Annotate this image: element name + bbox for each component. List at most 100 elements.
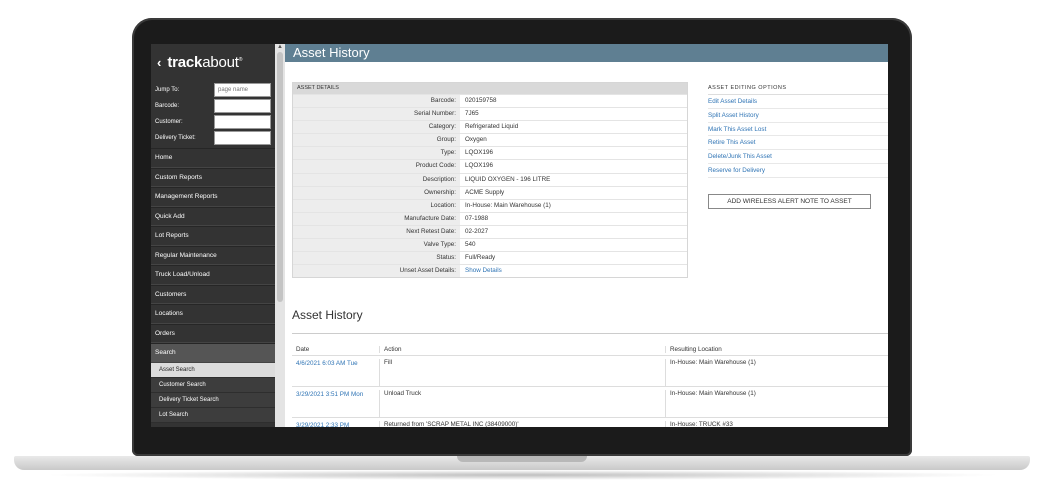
detail-label: Description:: [293, 173, 460, 186]
detail-row: Category: Refrigerated Liquid: [293, 120, 687, 134]
detail-row: Ownership: ACME Supply: [293, 185, 687, 199]
asset-editing-options: ASSET EDITING OPTIONS Edit Asset Details…: [708, 85, 888, 178]
detail-label: Product Code:: [293, 160, 460, 173]
sidebar-item-management-reports[interactable]: Management Reports: [151, 187, 275, 207]
customer-row: Customer:: [155, 114, 271, 129]
edit-option-link[interactable]: Split Asset History: [708, 109, 888, 123]
detail-value: 02-2027: [465, 227, 489, 235]
edit-option-link[interactable]: Retire This Asset: [708, 136, 888, 151]
barcode-label: Barcode:: [155, 102, 180, 109]
chevron-left-icon[interactable]: ‹: [157, 55, 161, 70]
history-row: 4/6/2021 6:03 AM Tue Fill In-House: Main W…: [292, 356, 888, 387]
history-date-link[interactable]: 3/29/2021 2:33 PM: [292, 421, 380, 427]
scroll-up-arrow-icon[interactable]: ▲: [276, 44, 284, 51]
quick-search-panel: Jump To: Barcode: Customer: Delivery Tic…: [151, 80, 275, 145]
sidebar-item-locations[interactable]: Locations: [151, 304, 275, 324]
history-row: 3/29/2021 2:33 PM Returned from 'SCRAP ME…: [292, 418, 888, 427]
history-action: Unload Truck: [380, 390, 666, 417]
delivery-ticket-row: Delivery Ticket:: [155, 130, 271, 145]
detail-value: Full/Ready: [465, 254, 496, 262]
sidebar-subitem-asset-search[interactable]: Asset Search: [151, 362, 275, 378]
jump-to-label: Jump To:: [155, 86, 180, 93]
history-action: Returned from 'SCRAP METAL INC (38409000…: [380, 421, 666, 427]
jump-to-input[interactable]: [214, 82, 271, 97]
edit-option-link[interactable]: Mark This Asset Lost: [708, 123, 888, 137]
detail-value: In-House: Main Warehouse (1): [465, 201, 551, 209]
detail-label: Ownership:: [293, 186, 460, 199]
detail-row: Group: Oxygen: [293, 133, 687, 147]
barcode-input[interactable]: [214, 98, 271, 113]
asset-details-header: ASSET DETAILS: [293, 83, 687, 94]
sidebar-item-customers[interactable]: Customers: [151, 284, 275, 304]
brand-bar: ‹ trackabout®: [151, 44, 275, 80]
detail-value: Oxygen: [465, 136, 487, 144]
edit-option-link[interactable]: Reserve for Delivery: [708, 164, 888, 178]
history-header-row: Date Action Resulting Location: [292, 334, 888, 356]
detail-label: Manufacture Date:: [293, 212, 460, 225]
sidebar-item-lot-reports[interactable]: Lot Reports: [151, 226, 275, 246]
sidebar-subitem-customer-search[interactable]: Customer Search: [151, 377, 275, 393]
detail-label: Barcode:: [293, 95, 460, 108]
history-row: 3/29/2021 3:51 PM Mon Unload Truck In-Hous…: [292, 387, 888, 418]
app-screen: ‹ trackabout® Jump To: Barcode: Customer…: [151, 44, 888, 427]
history-action: Fill: [380, 359, 666, 386]
column-header-resulting-location[interactable]: Resulting Location: [666, 346, 888, 353]
asset-details-table: ASSET DETAILS Barcode: 020159758 Serial Nu…: [292, 82, 688, 279]
laptop-base-notch: [457, 456, 587, 462]
delivery-ticket-input[interactable]: [214, 130, 271, 145]
sidebar-item-truck-load-unload[interactable]: Truck Load/Unload: [151, 265, 275, 285]
sidebar-item-home[interactable]: Home: [151, 148, 275, 168]
sidebar-item-custom-reports[interactable]: Custom Reports: [151, 167, 275, 187]
detail-row: Product Code: LQOX196: [293, 159, 687, 173]
detail-row: Description: LIQUID OXYGEN - 196 LITRE: [293, 172, 687, 186]
detail-value: 07-1988: [465, 214, 489, 222]
customer-input[interactable]: [214, 114, 271, 129]
detail-row: Location: In-House: Main Warehouse (1): [293, 198, 687, 212]
detail-label: Serial Number:: [293, 108, 460, 121]
history-date-link[interactable]: 3/29/2021 3:51 PM Mon: [292, 390, 380, 417]
detail-row: Unset Asset Details: Show Details: [293, 264, 687, 278]
detail-row: Type: LQOX196: [293, 146, 687, 160]
sidebar-item-quick-add[interactable]: Quick Add: [151, 206, 275, 226]
customer-label: Customer:: [155, 118, 183, 125]
sidebar-item-search[interactable]: Search: [151, 343, 275, 363]
detail-value: Refrigerated Liquid: [465, 123, 519, 131]
detail-label: Location:: [293, 199, 460, 212]
detail-label: Valve Type:: [293, 239, 460, 252]
page-title: Asset History: [285, 44, 888, 62]
history-location: In-House: Main Warehouse (1): [670, 359, 756, 366]
barcode-row: Barcode:: [155, 98, 271, 113]
edit-option-link[interactable]: Edit Asset Details: [708, 95, 888, 109]
add-wireless-alert-button[interactable]: ADD WIRELESS ALERT NOTE TO ASSET: [708, 194, 871, 209]
history-date-link[interactable]: 4/6/2021 6:03 AM Tue: [292, 359, 380, 386]
edit-option-link[interactable]: Delete/Junk This Asset: [708, 150, 888, 164]
delivery-ticket-label: Delivery Ticket:: [155, 134, 196, 141]
detail-value: LQOX196: [465, 162, 494, 170]
sidebar-subitem-delivery-ticket-search[interactable]: Delivery Ticket Search: [151, 392, 275, 408]
detail-value: ACME Supply: [465, 188, 505, 196]
detail-row: Valve Type: 540: [293, 238, 687, 252]
sidebar-item-orders[interactable]: Orders: [151, 323, 275, 343]
detail-value: 540: [465, 241, 476, 249]
main-content: Asset History ASSET DETAILS Barcode: 0201…: [285, 44, 888, 427]
asset-history-table: Date Action Resulting Location 4/6/2021 …: [292, 333, 888, 427]
history-location: In-House: TRUCK #33: [670, 421, 733, 427]
show-details-link[interactable]: Show Details: [460, 265, 687, 277]
sidebar-scroll-thumb[interactable]: [277, 52, 283, 302]
detail-value: LIQUID OXYGEN - 196 LITRE: [465, 175, 551, 183]
column-header-date[interactable]: Date: [292, 346, 380, 353]
laptop-mockup: ‹ trackabout® Jump To: Barcode: Customer…: [0, 0, 1044, 500]
detail-row: Status: Full/Ready: [293, 251, 687, 265]
jump-to-row: Jump To:: [155, 82, 271, 97]
asset-history-title: Asset History: [292, 308, 363, 322]
sidebar-item-regular-maintenance[interactable]: Regular Maintenance: [151, 245, 275, 265]
detail-label: Status:: [293, 252, 460, 265]
detail-value: 7J65: [465, 110, 479, 118]
detail-label: Type:: [293, 147, 460, 160]
trackabout-logo[interactable]: trackabout®: [167, 54, 242, 71]
column-header-action[interactable]: Action: [380, 346, 666, 353]
sidebar-nav: Home Custom Reports Management Reports Q…: [151, 148, 275, 423]
detail-value: LQOX196: [465, 149, 494, 157]
sidebar-subitem-lot-search[interactable]: Lot Search: [151, 407, 275, 423]
detail-value: 020159758: [465, 97, 497, 104]
